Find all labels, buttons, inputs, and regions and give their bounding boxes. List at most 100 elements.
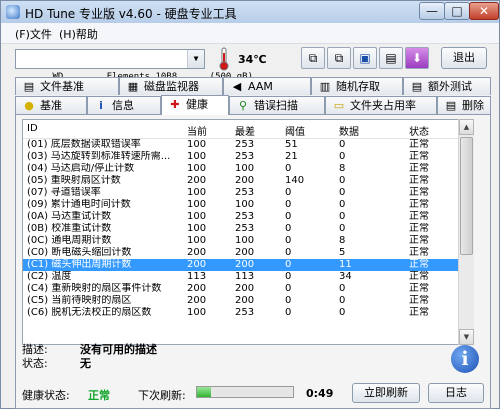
tab-random-access[interactable]: ▥ 随机存取 <box>311 77 403 95</box>
cell-data: 0 <box>339 151 346 162</box>
table-row[interactable]: (C2) 温度 113 113 0 34 正常 <box>23 271 473 283</box>
column-header-status[interactable]: 状态 <box>409 123 429 138</box>
table-row[interactable]: (09) 累计通电时间计数 100 100 0 0 正常 <box>23 199 473 211</box>
copy-info-icon: ⧉ <box>334 51 344 65</box>
refresh-now-button[interactable]: 立即刷新 <box>352 383 420 403</box>
table-row[interactable]: (C5) 当前待映射的扇区 200 200 0 0 正常 <box>23 295 473 307</box>
cell-thr: 0 <box>285 187 292 198</box>
cell-cur: 200 <box>187 283 207 294</box>
cell-id: (04) 马达启动/停止计数 <box>27 163 135 174</box>
table-row[interactable]: (0B) 校准重试计数 100 253 0 0 正常 <box>23 223 473 235</box>
cell-data: 0 <box>339 283 346 294</box>
tab-label: 文件夹占用率 <box>350 99 416 112</box>
tab-folder-usage[interactable]: ▭ 文件夹占用率 <box>325 96 437 114</box>
cell-worst: 200 <box>235 247 255 258</box>
cell-id: (C0) 断电磁头缩回计数 <box>27 247 132 258</box>
cell-status: 正常 <box>409 139 429 150</box>
scroll-up-icon[interactable]: ▲ <box>459 119 474 135</box>
cell-cur: 200 <box>187 175 207 186</box>
table-row[interactable]: (03) 马达旋转到标准转速所需... 100 253 21 0 正常 <box>23 151 473 163</box>
table-row[interactable]: (C6) 脱机无法校正的扇区数 100 253 0 0 正常 <box>23 307 473 319</box>
table-row[interactable]: (C0) 断电磁头缩回计数 200 200 0 5 正常 <box>23 247 473 259</box>
cell-worst: 200 <box>235 175 255 186</box>
tab-extra-tests[interactable]: ▤ 额外测试 <box>403 77 491 95</box>
tab-aam[interactable]: ◀ AAM <box>223 77 311 95</box>
download-icon: ⬇ <box>411 51 423 65</box>
toolbar: WD Elements 10B8 (500 gB) ▼ 34℃ ⧉ ⧉ ▣ ▤ … <box>1 43 499 82</box>
options-button[interactable]: ▤ <box>379 47 403 69</box>
cell-cur: 100 <box>187 235 207 246</box>
title-bar[interactable]: HD Tune 专业版 v4.60 - 硬盘专业工具 — □ ✕ <box>1 1 499 23</box>
table-row[interactable]: (01) 底层数据读取错误率 100 253 51 0 正常 <box>23 139 473 151</box>
copy-info-button[interactable]: ⧉ <box>327 47 351 69</box>
state-row: 状态: 无 <box>22 355 91 371</box>
cell-thr: 0 <box>285 199 292 210</box>
cell-cur: 100 <box>187 223 207 234</box>
description-value: 没有可用的描述 <box>80 343 157 356</box>
cell-id: (C1) 磁头伸出周期计数 <box>27 259 132 270</box>
cell-data: 0 <box>339 307 346 318</box>
tab-benchmark[interactable]: ● 基准 <box>15 96 87 114</box>
tab-erase[interactable]: ▤ 删除 <box>437 96 491 114</box>
drive-select[interactable]: WD Elements 10B8 (500 gB) ▼ <box>15 49 253 82</box>
cell-cur: 200 <box>187 259 207 270</box>
exit-button[interactable]: 退出 <box>441 47 487 69</box>
tab-error-scan[interactable]: ⚲ 错误扫描 <box>229 96 325 114</box>
cell-worst: 253 <box>235 307 255 318</box>
table-row[interactable]: (C4) 重新映射的扇区事件计数 200 200 0 0 正常 <box>23 283 473 295</box>
cell-cur: 200 <box>187 247 207 258</box>
cell-id: (01) 底层数据读取错误率 <box>27 139 141 150</box>
table-row[interactable]: (0C) 通电周期计数 100 100 0 8 正常 <box>23 235 473 247</box>
cell-thr: 0 <box>285 163 292 174</box>
cell-worst: 253 <box>235 151 255 162</box>
copy-button[interactable]: ⧉ <box>301 47 325 69</box>
column-header-data[interactable]: 数据 <box>339 123 359 138</box>
tab-health[interactable]: ✚ 健康 <box>161 95 229 115</box>
smart-table[interactable]: ID 当前 最差 阈值 数据 状态 (01) 底层数据读取错误率 100 253 51… <box>22 119 474 345</box>
table-header: ID 当前 最差 阈值 数据 状态 <box>23 120 473 139</box>
cell-thr: 0 <box>285 295 292 306</box>
cell-data: 0 <box>339 223 346 234</box>
scroll-down-icon[interactable]: ▼ <box>459 329 474 345</box>
column-header-current[interactable]: 当前 <box>187 123 207 138</box>
minimize-button[interactable]: — <box>419 2 445 20</box>
table-row[interactable]: (05) 重映射扇区计数 200 200 140 0 正常 <box>23 175 473 187</box>
menu-file[interactable]: (F)文件 <box>15 26 52 42</box>
scroll-thumb[interactable] <box>460 137 473 255</box>
thermometer-icon <box>219 47 229 71</box>
column-header-threshold[interactable]: 阈值 <box>285 123 305 138</box>
table-row[interactable]: (0A) 马达重试计数 100 253 0 0 正常 <box>23 211 473 223</box>
cell-status: 正常 <box>409 199 429 210</box>
cell-worst: 100 <box>235 199 255 210</box>
speaker-icon: ◀ <box>232 80 242 93</box>
tab-file-benchmark[interactable]: ▤ 文件基准 <box>15 77 119 95</box>
folder-icon: ▭ <box>333 99 345 112</box>
cell-status: 正常 <box>409 283 429 294</box>
app-window: HD Tune 专业版 v4.60 - 硬盘专业工具 — □ ✕ (F)文件 (… <box>0 0 500 409</box>
log-button[interactable]: 日志 <box>428 383 484 403</box>
chevron-down-icon[interactable]: ▼ <box>187 50 204 68</box>
download-button[interactable]: ⬇ <box>405 47 429 69</box>
close-button[interactable]: ✕ <box>469 2 499 20</box>
tab-info[interactable]: i 信息 <box>87 96 161 114</box>
cell-thr: 0 <box>285 235 292 246</box>
column-header-worst[interactable]: 最差 <box>235 123 255 138</box>
tab-label: 删除 <box>462 99 484 112</box>
table-row[interactable]: (07) 寻道错误率 100 253 0 0 正常 <box>23 187 473 199</box>
cell-status: 正常 <box>409 247 429 258</box>
document-icon: ▤ <box>23 80 35 93</box>
table-row[interactable]: (04) 马达启动/停止计数 100 100 0 8 正常 <box>23 163 473 175</box>
state-label: 状态: <box>22 357 48 370</box>
cell-status: 正常 <box>409 151 429 162</box>
cell-status: 正常 <box>409 295 429 306</box>
column-header-id[interactable]: ID <box>27 123 38 134</box>
table-row[interactable]: (C1) 磁头伸出周期计数 200 200 0 11 正常 <box>23 259 473 271</box>
tab-disk-monitor[interactable]: ▦ 磁盘监视器 <box>119 77 223 95</box>
save-button[interactable]: ▣ <box>353 47 377 69</box>
maximize-button[interactable]: □ <box>444 2 470 20</box>
vertical-scrollbar[interactable]: ▲ ▼ <box>458 119 474 345</box>
menu-help[interactable]: (H)帮助 <box>59 26 98 42</box>
tab-label: 基准 <box>40 99 62 112</box>
cell-data: 5 <box>339 247 346 258</box>
cell-thr: 0 <box>285 283 292 294</box>
